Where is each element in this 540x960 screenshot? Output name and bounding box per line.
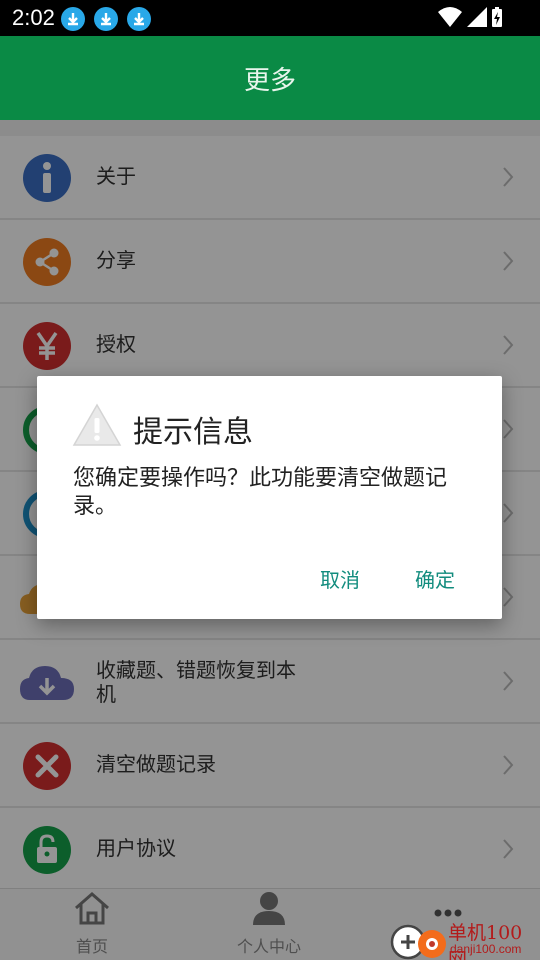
signal-icon: [467, 7, 487, 27]
dialog-title: 提示信息: [133, 415, 253, 450]
download-icon: [94, 7, 118, 31]
confirm-button[interactable]: 确定: [415, 564, 455, 593]
download-icon: [61, 7, 85, 31]
app-bar: 更多: [0, 36, 540, 120]
download-icon: [127, 7, 151, 31]
status-bar: 2:02: [0, 0, 540, 36]
watermark: 单机100网 danji100.com: [390, 914, 540, 960]
dialog-message: 您确定要操作吗？此功能要清空做题记录。: [73, 466, 448, 519]
wifi-icon: [438, 7, 462, 27]
watermark-logo-icon: [390, 924, 446, 960]
watermark-domain: danji100.com: [450, 942, 522, 956]
cancel-button[interactable]: 取消: [320, 564, 360, 593]
warning-icon: [72, 403, 122, 446]
page-title: 更多: [243, 66, 296, 96]
status-time: 2:02: [12, 5, 55, 30]
confirm-dialog: 提示信息 您确定要操作吗？此功能要清空做题记录。 取消 确定: [37, 376, 502, 619]
battery-icon: [492, 7, 502, 27]
status-icons: [438, 6, 502, 34]
